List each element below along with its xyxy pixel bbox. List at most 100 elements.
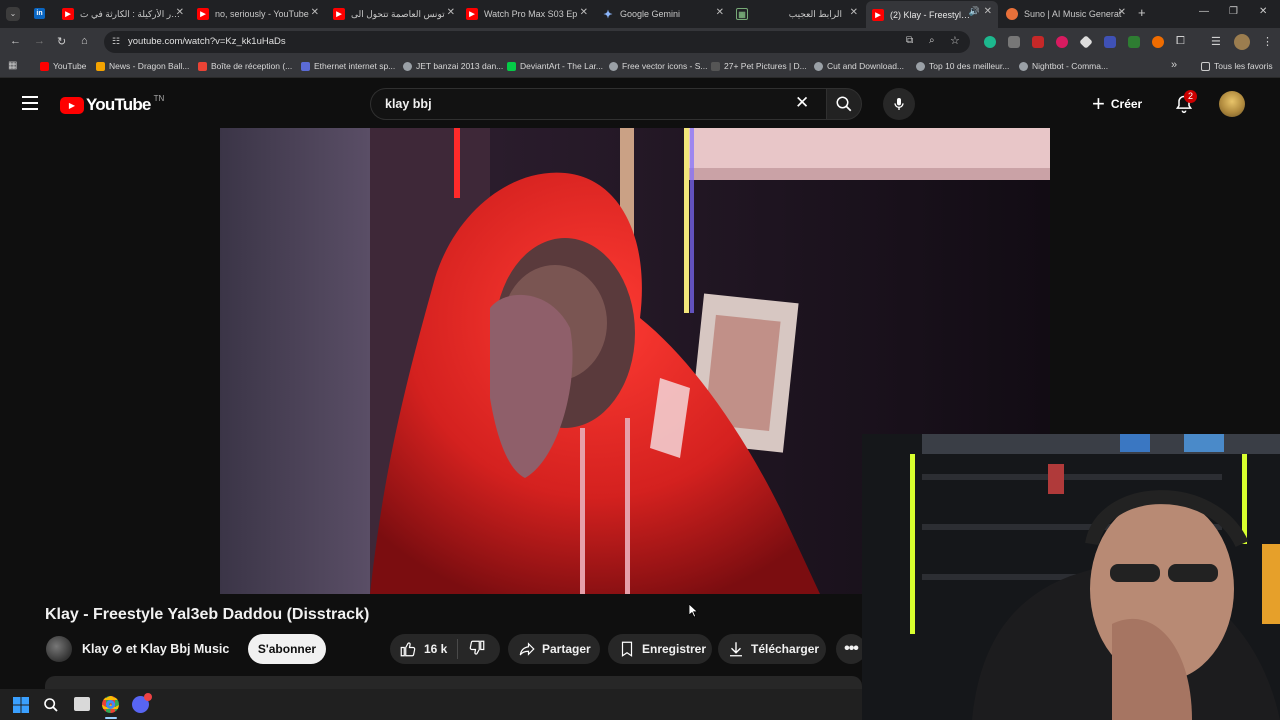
reload-icon[interactable]: ↻: [57, 35, 66, 48]
search-icon: [836, 96, 852, 112]
close-tab-icon[interactable]: ✕: [984, 6, 992, 17]
hamburger-menu-icon[interactable]: [22, 96, 38, 110]
gemini-favicon-icon: ✦: [603, 8, 613, 21]
restore-icon[interactable]: ❐: [1229, 6, 1238, 17]
search-button[interactable]: [826, 88, 862, 120]
tab-1[interactable]: ▶ مخدر الأركيلة : الكارثة في ت ✕: [62, 3, 184, 25]
speaker-icon[interactable]: 🔊: [969, 6, 980, 17]
extension-3-icon[interactable]: [1032, 36, 1044, 48]
windows-start-icon[interactable]: [13, 697, 29, 713]
bookmark-label: News - Dragon Ball...: [109, 61, 190, 71]
forward-arrow-icon[interactable]: →: [34, 35, 45, 47]
like-button[interactable]: 16 k: [390, 634, 447, 664]
notification-count-badge: 2: [1184, 90, 1197, 103]
tab-4[interactable]: ▶ Watch Pro Max S03 Ep ✕: [466, 3, 588, 25]
close-tab-icon[interactable]: ✕: [716, 7, 724, 18]
bookmark-nightbot[interactable]: Nightbot - Comma...: [1019, 61, 1108, 71]
subscribe-label: S'abonner: [257, 642, 317, 656]
close-window-icon[interactable]: ✕: [1259, 6, 1267, 17]
bookmark-top10[interactable]: Top 10 des meilleur...: [916, 61, 1009, 71]
extension-6-icon[interactable]: [1104, 36, 1116, 48]
thumbs-up-icon: [400, 642, 416, 657]
task-view-icon[interactable]: [74, 697, 90, 711]
bookmark-pet-pictures[interactable]: 27+ Pet Pictures | D...: [711, 61, 807, 71]
voice-search-button[interactable]: [883, 88, 915, 120]
tab-6[interactable]: ▦ الرابط العجيب ✕: [736, 3, 858, 25]
apps-grid-icon[interactable]: ▦: [8, 60, 17, 71]
description-box[interactable]: [45, 676, 862, 690]
tab-title: Google Gemini: [620, 9, 681, 19]
share-button[interactable]: Partager: [508, 634, 600, 664]
channel-name[interactable]: Klay ⊘ et Klay Bbj Music: [82, 641, 229, 656]
close-tab-icon[interactable]: ✕: [447, 7, 455, 18]
bookmark-cut-download[interactable]: Cut and Download...: [814, 61, 904, 71]
bookmark-jet-banzai[interactable]: JET banzai 2013 dan...: [403, 61, 503, 71]
search-input[interactable]: klay bbj ✕: [370, 88, 826, 120]
home-icon[interactable]: ⌂: [81, 35, 88, 47]
like-divider: [457, 639, 459, 659]
bookmark-dragonball[interactable]: News - Dragon Ball...: [96, 61, 189, 71]
site-info-icon[interactable]: ☷: [112, 36, 120, 47]
share-label: Partager: [542, 642, 591, 656]
bookmark-ethernet[interactable]: Ethernet internet sp...: [301, 61, 395, 71]
new-tab-button[interactable]: +: [1138, 5, 1146, 20]
subscribe-button[interactable]: S'abonner: [248, 634, 326, 664]
extension-4-icon[interactable]: [1056, 36, 1068, 48]
extensions-puzzle-icon[interactable]: ⧠: [1176, 35, 1185, 48]
bookmark-vector-icons[interactable]: Free vector icons - S...: [609, 61, 708, 71]
back-arrow-icon[interactable]: ←: [10, 35, 21, 47]
bookmark-favicon-icon: [711, 61, 720, 71]
extension-2-icon[interactable]: [1008, 36, 1020, 48]
close-tab-icon[interactable]: ✕: [580, 7, 588, 18]
bookmark-label: Boîte de réception (...: [211, 61, 293, 71]
address-bar[interactable]: ☷ youtube.com/watch?v=Kz_kk1uHaDs ⧉ ⌕ ☆: [104, 31, 970, 53]
clear-search-icon[interactable]: ✕: [795, 93, 809, 113]
url-text: youtube.com/watch?v=Kz_kk1uHaDs: [128, 36, 286, 47]
bookmark-star-icon[interactable]: ☆: [950, 34, 960, 47]
minimize-icon[interactable]: —: [1199, 6, 1209, 17]
more-bookmarks-chevron-icon[interactable]: »: [1171, 59, 1177, 71]
account-avatar[interactable]: [1219, 91, 1245, 117]
bookmark-youtube[interactable]: YouTube: [40, 61, 86, 71]
extension-1-icon[interactable]: [984, 36, 996, 48]
notifications-button[interactable]: 2: [1172, 90, 1198, 118]
close-tab-icon[interactable]: ✕: [1118, 7, 1126, 18]
youtube-logo[interactable]: ▶ YouTube TN: [60, 94, 164, 115]
profile-avatar[interactable]: [1234, 34, 1250, 50]
extension-8-icon[interactable]: [1152, 36, 1164, 48]
tab-search-button[interactable]: ⌄: [6, 7, 20, 21]
tab-title: مخدر الأركيلة : الكارثة في ت: [80, 8, 184, 19]
tab-5[interactable]: ✦ Google Gemini ✕: [602, 3, 724, 25]
bookmark-favicon-icon: [814, 61, 823, 71]
chrome-taskbar-icon[interactable]: [102, 696, 119, 713]
extension-7-icon[interactable]: [1128, 36, 1140, 48]
all-bookmarks-folder[interactable]: Tous les favoris: [1201, 61, 1273, 71]
zoom-icon[interactable]: ⌕: [929, 35, 935, 46]
bookmark-label: Top 10 des meilleur...: [929, 61, 1010, 71]
save-button[interactable]: Enregistrer: [608, 634, 712, 664]
close-tab-icon[interactable]: ✕: [311, 7, 319, 18]
download-button[interactable]: Télécharger: [718, 634, 826, 664]
tab-2[interactable]: ▶ no, seriously - YouTube ✕: [197, 3, 319, 25]
tab-8[interactable]: Suno | AI Music Generat ✕: [1006, 3, 1126, 25]
channel-avatar[interactable]: [46, 636, 72, 662]
dislike-button[interactable]: [468, 639, 486, 660]
bookmark-gmail[interactable]: Boîte de réception (...: [198, 61, 292, 71]
taskbar-search-icon[interactable]: [43, 697, 59, 713]
webcam-image: [862, 434, 1280, 720]
close-tab-icon[interactable]: ✕: [850, 7, 858, 18]
bookmark-deviantart[interactable]: DeviantArt - The Lar...: [507, 61, 603, 71]
close-tab-icon[interactable]: ✕: [176, 7, 184, 18]
linkedin-pinned-tab[interactable]: in: [34, 8, 45, 19]
tab-active-klay[interactable]: ▶ (2) Klay - Freestyle Ya 🔊 ✕: [866, 1, 998, 28]
thumbs-down-icon: [470, 640, 485, 655]
browser-menu-icon[interactable]: ⋮: [1262, 35, 1273, 48]
extension-5-icon[interactable]: [1079, 35, 1093, 49]
create-button[interactable]: + Créer: [1092, 90, 1142, 118]
tab-3[interactable]: ▶ تونس العاصمة تتحول الى ✕: [333, 3, 455, 25]
bookmark-favicon-icon: [301, 61, 310, 71]
youtube-favicon-icon: ▶: [872, 8, 884, 21]
tab-search-icon[interactable]: ☰: [1211, 35, 1221, 48]
install-app-icon[interactable]: ⧉: [906, 35, 913, 46]
bookmark-favicon-icon: [403, 61, 412, 71]
